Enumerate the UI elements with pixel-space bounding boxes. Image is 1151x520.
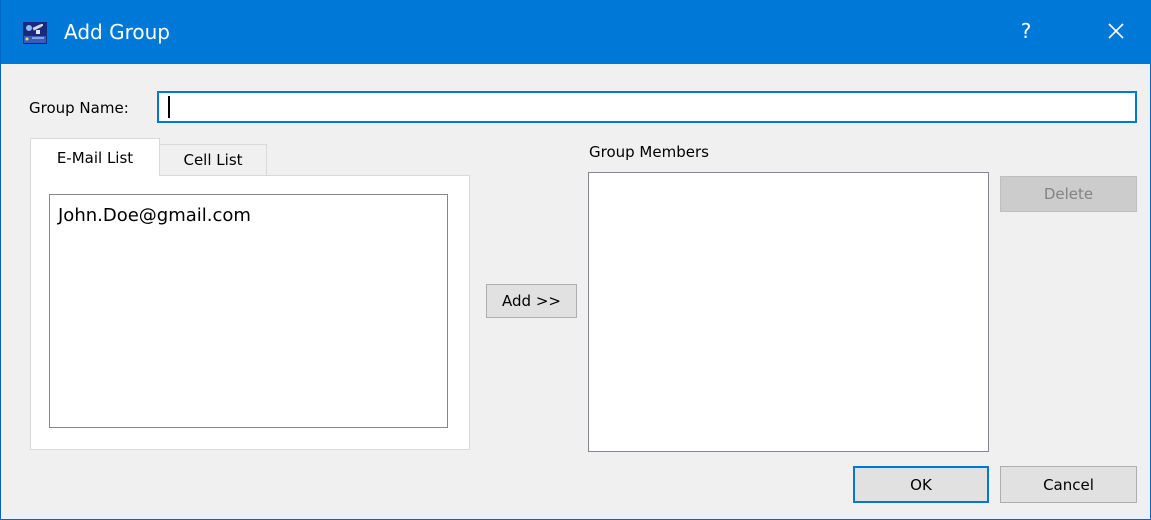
tab-cell-list[interactable]: Cell List (159, 144, 267, 176)
email-listbox[interactable]: John.Doe@gmail.com (49, 194, 448, 428)
tab-email-list[interactable]: E-Mail List (30, 138, 160, 176)
delete-button[interactable]: Delete (1000, 176, 1137, 212)
title-bar[interactable]: Add Group ? (1, 0, 1151, 64)
close-icon (1108, 23, 1124, 39)
window-title: Add Group (64, 20, 170, 44)
add-button[interactable]: Add >> (486, 284, 577, 318)
text-caret (168, 96, 170, 118)
add-group-dialog: Add Group ? Group Name: E-Mail List Cell… (0, 0, 1151, 520)
group-members-listbox[interactable] (588, 172, 989, 452)
cancel-button[interactable]: Cancel (1000, 466, 1137, 503)
satellite-app-icon (23, 22, 47, 44)
close-button[interactable] (1091, 10, 1141, 52)
tab-label: Cell List (183, 151, 243, 169)
group-members-label: Group Members (589, 143, 709, 161)
help-button[interactable]: ? (1001, 10, 1051, 52)
tab-label: E-Mail List (56, 148, 134, 167)
group-name-label: Group Name: (29, 99, 129, 117)
group-name-input[interactable] (157, 91, 1137, 123)
ok-button[interactable]: OK (853, 466, 989, 503)
list-item[interactable]: John.Doe@gmail.com (58, 204, 251, 228)
